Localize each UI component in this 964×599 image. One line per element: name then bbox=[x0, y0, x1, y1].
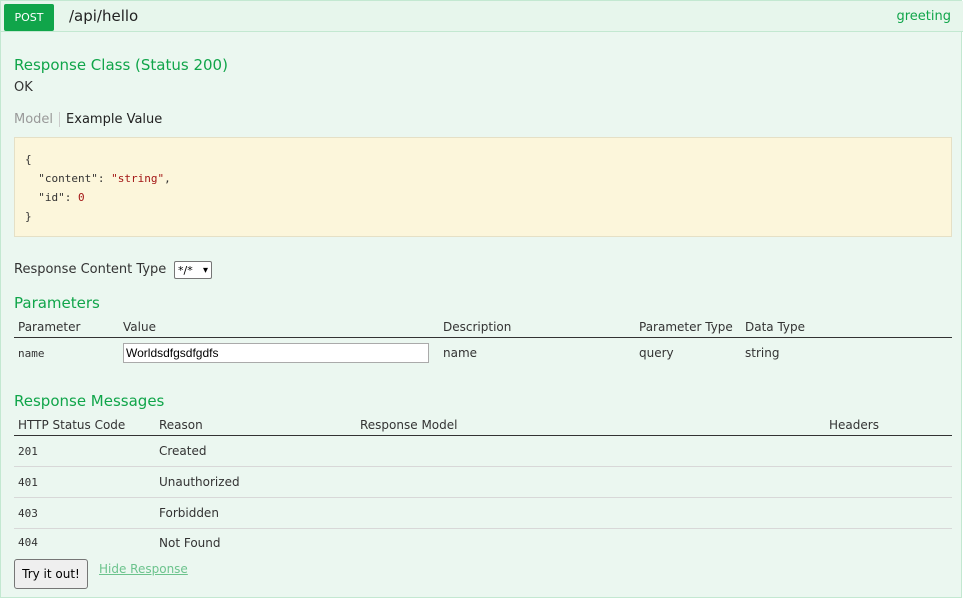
json-key-content: "content" bbox=[38, 172, 98, 185]
try-it-out-button[interactable]: Try it out! bbox=[14, 559, 88, 589]
param-header-description: Description bbox=[439, 317, 635, 338]
resp-header-headers: Headers bbox=[825, 415, 952, 436]
operation-panel: POST /api/hello greeting Response Class … bbox=[0, 0, 963, 598]
param-header-parameter: Parameter bbox=[14, 317, 119, 338]
content-type-select[interactable]: */* ▾ bbox=[174, 261, 212, 279]
status-code: 404 bbox=[18, 536, 38, 550]
model-tabs: Model Example Value bbox=[14, 112, 162, 134]
tab-example-value[interactable]: Example Value bbox=[60, 112, 162, 127]
parameters-title: Parameters bbox=[14, 294, 100, 312]
param-name: name bbox=[18, 346, 45, 360]
param-value-input[interactable] bbox=[123, 343, 429, 364]
table-row: 404 Not Found bbox=[14, 529, 952, 557]
json-open-brace: { bbox=[25, 153, 32, 166]
content-type-label: Response Content Type bbox=[14, 262, 167, 277]
resp-header-reason: Reason bbox=[155, 415, 356, 436]
param-header-type: Parameter Type bbox=[635, 317, 741, 338]
response-class-title: Response Class (Status 200) bbox=[14, 56, 228, 74]
method-badge[interactable]: POST bbox=[4, 4, 54, 31]
param-type: query bbox=[639, 346, 674, 361]
status-reason: Forbidden bbox=[155, 497, 356, 529]
table-row: name name query string bbox=[14, 338, 952, 369]
response-messages-table: HTTP Status Code Reason Response Model H… bbox=[14, 415, 952, 557]
param-description: name bbox=[443, 346, 478, 361]
json-value-content: "string" bbox=[111, 172, 165, 185]
status-code: 401 bbox=[14, 466, 155, 498]
param-header-data-type: Data Type bbox=[741, 317, 952, 338]
operation-path[interactable]: /api/hello bbox=[69, 7, 138, 25]
resp-header-code: HTTP Status Code bbox=[14, 415, 155, 436]
tab-model[interactable]: Model bbox=[14, 112, 61, 127]
table-row: 201 Created bbox=[14, 435, 952, 467]
table-row: 403 Forbidden bbox=[14, 497, 952, 529]
status-reason: Not Found bbox=[159, 535, 221, 550]
example-value-code[interactable]: { "content": "string", "id": 0 } bbox=[14, 137, 952, 237]
chevron-down-icon: ▾ bbox=[202, 265, 208, 276]
json-close-brace: } bbox=[25, 210, 32, 223]
parameters-table: Parameter Value Description Parameter Ty… bbox=[14, 317, 952, 369]
json-value-id: 0 bbox=[78, 191, 85, 204]
param-header-value: Value bbox=[119, 317, 439, 338]
param-data-type: string bbox=[745, 346, 780, 361]
response-messages-title: Response Messages bbox=[14, 392, 165, 410]
status-reason: Created bbox=[155, 435, 356, 467]
table-row: 401 Unauthorized bbox=[14, 466, 952, 498]
operation-tag-link[interactable]: greeting bbox=[896, 9, 951, 24]
status-code: 403 bbox=[14, 497, 155, 529]
json-key-id: "id" bbox=[38, 191, 65, 204]
status-reason: Unauthorized bbox=[155, 466, 356, 498]
resp-header-model: Response Model bbox=[356, 415, 825, 436]
response-class-description: OK bbox=[14, 80, 33, 95]
content-type-selected: */* bbox=[178, 264, 193, 277]
status-code: 201 bbox=[14, 435, 155, 467]
hide-response-link[interactable]: Hide Response bbox=[99, 562, 188, 576]
param-value-cell bbox=[119, 338, 439, 369]
operation-heading[interactable]: POST /api/hello greeting bbox=[1, 1, 963, 32]
